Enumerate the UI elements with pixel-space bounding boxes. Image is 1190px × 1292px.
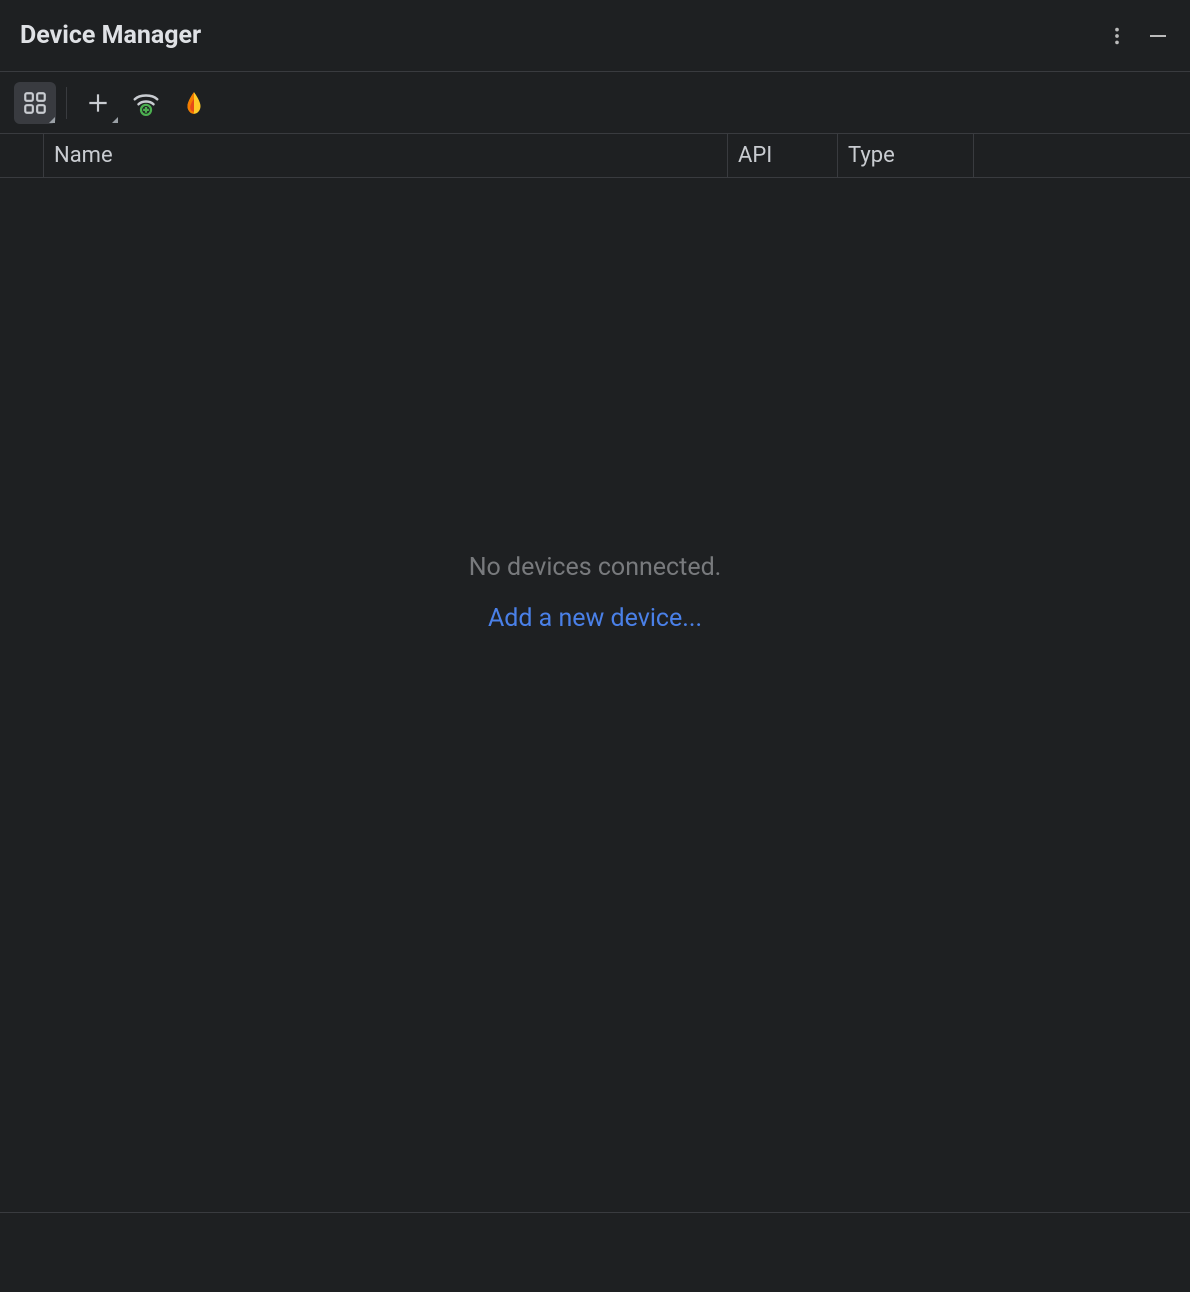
plus-icon xyxy=(85,90,111,116)
minimize-button[interactable] xyxy=(1146,24,1170,48)
toolbar xyxy=(0,72,1190,134)
column-header-api[interactable]: API xyxy=(728,134,838,177)
grid-icon xyxy=(22,90,48,116)
pair-wifi-button[interactable] xyxy=(125,82,167,124)
column-header-type[interactable]: Type xyxy=(838,134,974,177)
device-explorer-button[interactable] xyxy=(14,82,56,124)
panel-title: Device Manager xyxy=(20,21,201,50)
header-actions xyxy=(1106,24,1170,48)
firebase-button[interactable] xyxy=(173,82,215,124)
column-header-actions xyxy=(974,134,1190,177)
more-options-button[interactable] xyxy=(1106,25,1128,47)
toolbar-divider xyxy=(66,87,67,119)
table-header-row: Name API Type xyxy=(0,134,1190,178)
empty-state-message: No devices connected. xyxy=(469,553,722,582)
column-header-name[interactable]: Name xyxy=(44,134,728,177)
panel-header: Device Manager xyxy=(0,0,1190,72)
add-device-link[interactable]: Add a new device... xyxy=(488,604,702,633)
status-bar xyxy=(0,1212,1190,1292)
dropdown-corner-icon xyxy=(112,117,118,123)
minimize-icon xyxy=(1146,24,1170,48)
table-header-spacer xyxy=(0,134,44,177)
firebase-icon xyxy=(181,90,207,116)
wifi-add-icon xyxy=(131,88,161,118)
empty-state: No devices connected. Add a new device..… xyxy=(0,178,1190,1212)
dropdown-corner-icon xyxy=(49,117,55,123)
add-device-button[interactable] xyxy=(77,82,119,124)
more-vertical-icon xyxy=(1106,25,1128,47)
